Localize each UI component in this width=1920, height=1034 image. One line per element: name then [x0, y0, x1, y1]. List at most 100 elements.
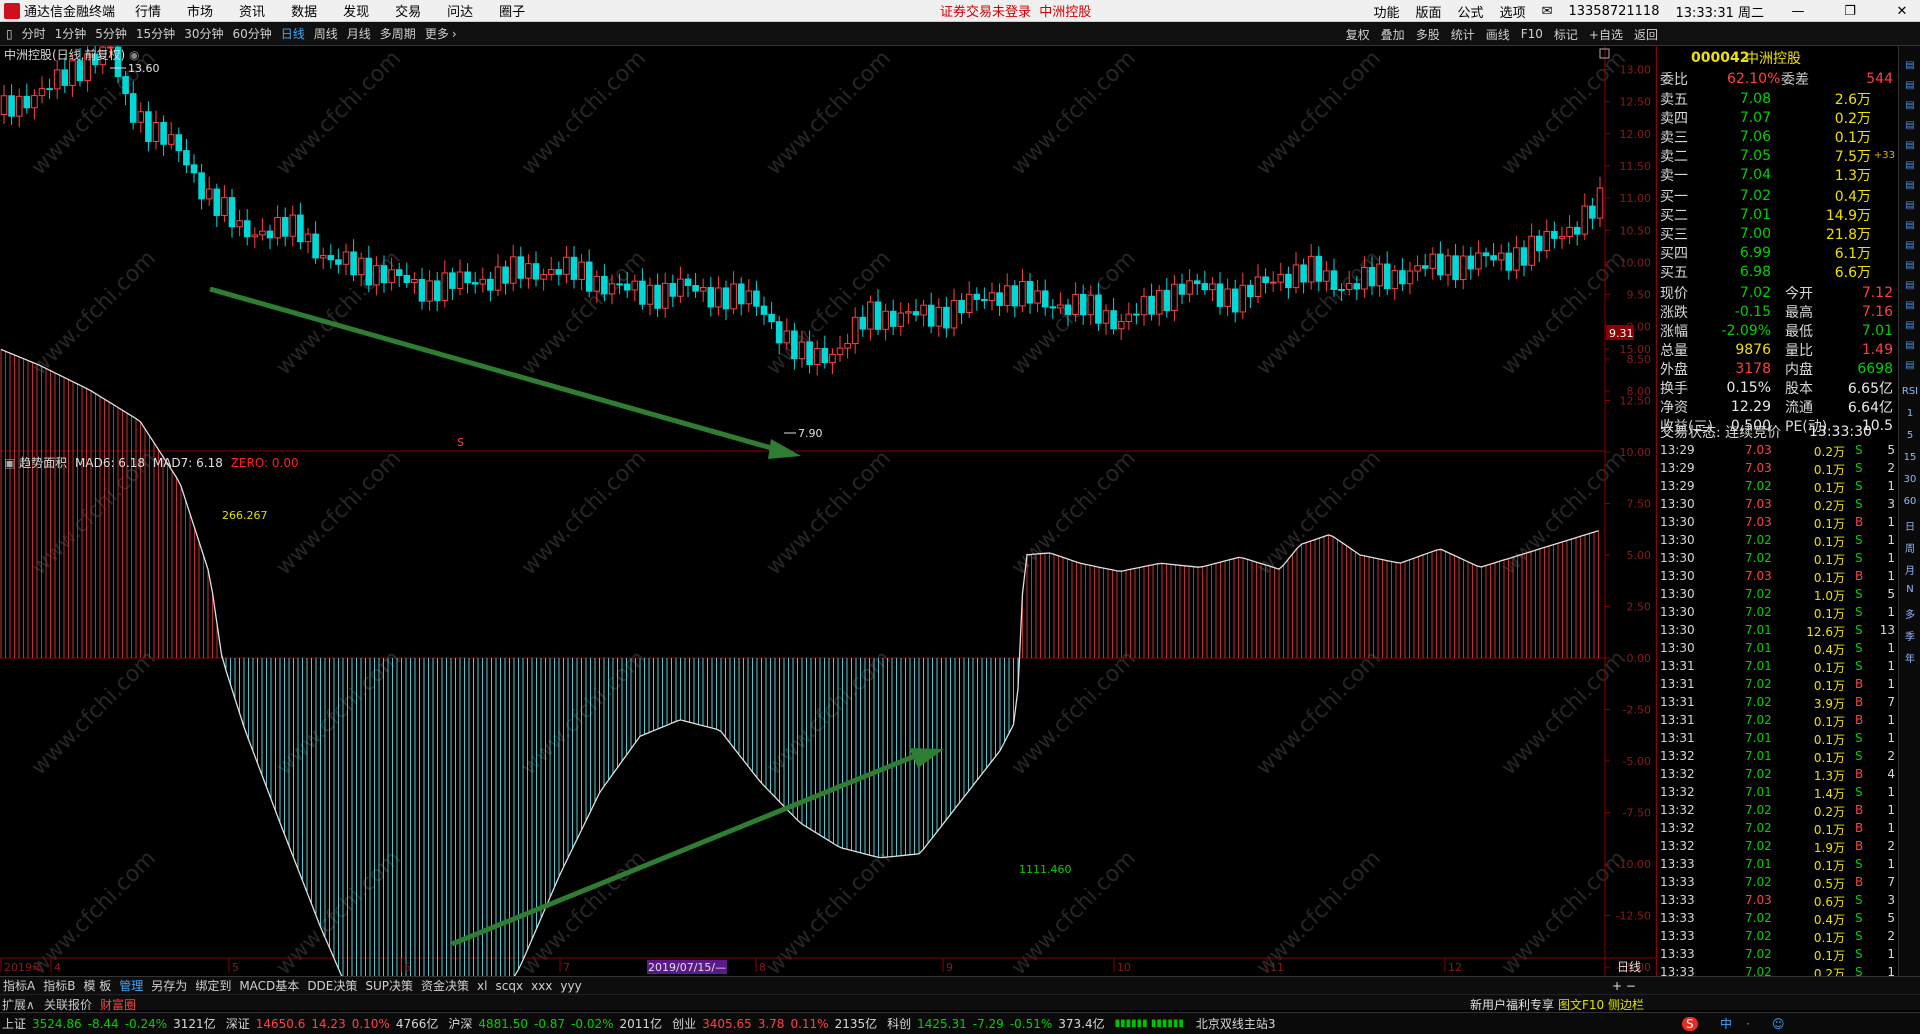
- note-icon[interactable]: ▤: [1901, 260, 1919, 277]
- close-icon[interactable]: ✕: [1884, 4, 1920, 19]
- menu-item-shuju[interactable]: 数据: [291, 1, 317, 20]
- sidebar-period-10[interactable]: 多: [1901, 606, 1919, 623]
- linked-quote-button[interactable]: 关联报价: [44, 996, 92, 1013]
- hand-icon[interactable]: ▤: [1901, 120, 1919, 137]
- sidebar-period-11[interactable]: 季: [1901, 628, 1919, 645]
- tool-tongji[interactable]: 统计: [1451, 26, 1475, 43]
- index-name[interactable]: 沪深: [448, 1015, 472, 1032]
- hash-icon[interactable]: ▤: [1901, 360, 1919, 377]
- sidebar-period-3[interactable]: 15: [1901, 452, 1919, 469]
- period-1min[interactable]: 1分钟: [55, 25, 87, 42]
- indicator-collapse-icon[interactable]: ▣: [4, 456, 15, 470]
- index-name[interactable]: 深证: [226, 1015, 250, 1032]
- calendar-icon[interactable]: ▤: [1901, 220, 1919, 237]
- table-icon[interactable]: ▤: [1901, 180, 1919, 197]
- indicator-tab[interactable]: 模 板: [83, 977, 111, 994]
- sidebar-period-0[interactable]: RSI: [1901, 386, 1919, 403]
- sidebar-period-6[interactable]: 日: [1901, 518, 1919, 535]
- indicator-tab[interactable]: 管理: [119, 977, 143, 994]
- indicator-tab[interactable]: 指标B: [43, 977, 75, 994]
- sidebar-period-9[interactable]: N: [1901, 584, 1919, 601]
- tool-fuquan[interactable]: 复权: [1346, 26, 1370, 43]
- menu-item-hangqing[interactable]: 行情: [135, 1, 161, 20]
- index-name[interactable]: 上证: [2, 1015, 26, 1032]
- sidebar-period-7[interactable]: 周: [1901, 540, 1919, 557]
- login-warning[interactable]: 证券交易未登录 中洲控股: [940, 1, 1091, 20]
- mail-icon[interactable]: ✉: [1542, 4, 1553, 19]
- notice-sidebar[interactable]: 侧边栏: [1608, 996, 1644, 1013]
- sidebar-period-5[interactable]: 60: [1901, 496, 1919, 513]
- sidebar-period-4[interactable]: 30: [1901, 474, 1919, 491]
- index-name[interactable]: 创业: [672, 1015, 696, 1032]
- index-name[interactable]: 科创: [887, 1015, 911, 1032]
- expand-button[interactable]: 扩展∧: [2, 996, 35, 1013]
- indicator-tab[interactable]: MACD基本: [239, 977, 299, 994]
- indicator-tab[interactable]: 指标A: [3, 977, 35, 994]
- period-multi[interactable]: 多周期: [380, 25, 416, 42]
- info-icon[interactable]: ▤: [1901, 280, 1919, 297]
- tool-diejia[interactable]: 叠加: [1381, 26, 1405, 43]
- menu-item-zixun[interactable]: 资讯: [239, 1, 265, 20]
- sidebar-toggle-icon[interactable]: ▯: [6, 27, 13, 41]
- flag-icon[interactable]: ▤: [1901, 300, 1919, 317]
- period-60min[interactable]: 60分钟: [232, 25, 271, 42]
- zoom-controls[interactable]: + −: [1612, 979, 1636, 993]
- indicator-tab[interactable]: DDE决策: [307, 977, 357, 994]
- notice-f10[interactable]: 图文F10: [1558, 996, 1604, 1013]
- menu-xuanxiang[interactable]: 选项: [1500, 2, 1526, 21]
- ime-item[interactable]: 中: [1720, 1015, 1732, 1032]
- chevron-right-icon[interactable]: ›: [452, 27, 457, 41]
- arrow-icon[interactable]: ▤: [1901, 340, 1919, 357]
- menu-item-jiaoyi[interactable]: 交易: [395, 1, 421, 20]
- period-weekly[interactable]: 周线: [314, 25, 338, 42]
- indicator-tab[interactable]: xl: [477, 979, 487, 993]
- period-fenshi[interactable]: 分时: [22, 25, 46, 42]
- period-5min[interactable]: 5分钟: [95, 25, 127, 42]
- ime-logo-icon[interactable]: S: [1682, 1016, 1698, 1031]
- period-monthly[interactable]: 月线: [347, 25, 371, 42]
- grid-icon[interactable]: ▤: [1901, 60, 1919, 77]
- book-icon[interactable]: ▤: [1901, 320, 1919, 337]
- bars-icon[interactable]: ▤: [1901, 160, 1919, 177]
- period-daily[interactable]: 日线: [281, 25, 305, 42]
- chart-info-icon[interactable]: ◉: [129, 48, 139, 62]
- menu-gongneng[interactable]: 功能: [1374, 2, 1400, 21]
- sidebar-period-8[interactable]: 月: [1901, 562, 1919, 579]
- indicator-name[interactable]: 趋势面积: [19, 456, 67, 470]
- tool-f10[interactable]: F10: [1521, 27, 1543, 41]
- sidebar-period-2[interactable]: 5: [1901, 430, 1919, 447]
- menu-gongshi[interactable]: 公式: [1458, 2, 1484, 21]
- tool-zixuan[interactable]: +自选: [1589, 26, 1623, 43]
- chart-canvas[interactable]: www.cfchi.com www.cfchi.com www.cfchi.com w…: [0, 46, 1656, 976]
- indicator-tab[interactable]: yyy: [560, 979, 581, 993]
- maximize-icon[interactable]: ❐: [1832, 4, 1868, 19]
- indicator-tab[interactable]: xxx: [531, 979, 552, 993]
- indicator-tab[interactable]: SUP决策: [365, 977, 413, 994]
- menu-item-quanzi[interactable]: 圈子: [499, 1, 525, 20]
- period-more[interactable]: 更多: [425, 25, 449, 42]
- server-name[interactable]: 北京双线主站3: [1196, 1015, 1276, 1032]
- tool-duogu[interactable]: 多股: [1416, 26, 1440, 43]
- sidebar-period-12[interactable]: 年: [1901, 650, 1919, 667]
- indicator-tab[interactable]: scqx: [495, 979, 523, 993]
- doc-icon[interactable]: ▤: [1901, 200, 1919, 217]
- minimize-icon[interactable]: —: [1780, 4, 1816, 19]
- user-phone[interactable]: 13358721118: [1568, 4, 1659, 19]
- menu-item-shichang[interactable]: 市场: [187, 1, 213, 20]
- menu-icon[interactable]: ▤: [1901, 140, 1919, 157]
- wealth-circle-button[interactable]: 财富圈: [100, 996, 136, 1013]
- candle-icon[interactable]: ▤: [1901, 240, 1919, 257]
- menu-banmian[interactable]: 版面: [1416, 2, 1442, 21]
- ime-item[interactable]: ☺: [1772, 1017, 1785, 1031]
- notice-text[interactable]: 新用户福利专享: [1470, 996, 1554, 1013]
- indicator-tab[interactable]: 资金决策: [421, 977, 469, 994]
- main-chart-title[interactable]: 中洲控股(日线,前复权) ◉: [4, 46, 140, 63]
- period-30min[interactable]: 30分钟: [184, 25, 223, 42]
- tool-huaxian[interactable]: 画线: [1486, 26, 1510, 43]
- ime-item[interactable]: ·: [1746, 1017, 1750, 1031]
- tool-biaoji[interactable]: 标记: [1554, 26, 1578, 43]
- indicator-tab[interactable]: 绑定到: [195, 977, 231, 994]
- menu-item-wenda[interactable]: 问达: [447, 1, 473, 20]
- indicator-tab[interactable]: 另存为: [151, 977, 187, 994]
- menu-item-faxian[interactable]: 发现: [343, 1, 369, 20]
